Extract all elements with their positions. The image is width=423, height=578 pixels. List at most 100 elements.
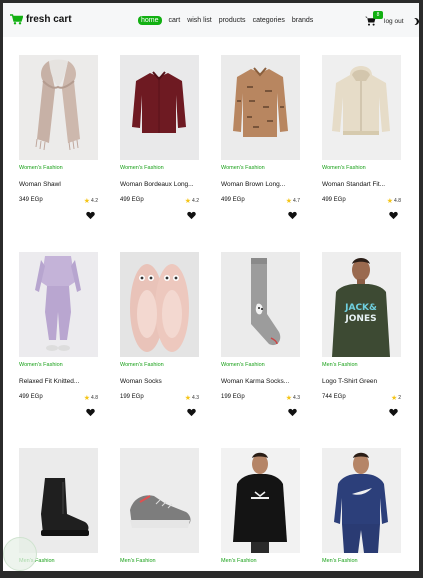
wishlist-heart-icon[interactable]: [86, 211, 95, 220]
product-category: Women's Fashion: [322, 165, 366, 171]
rating-value: 2: [398, 395, 401, 401]
boot-illustration: [41, 478, 89, 536]
product-category: Men's Fashion: [120, 558, 156, 564]
wishlist-heart-icon[interactable]: [389, 211, 398, 220]
product-card[interactable]: Women's Fashion Woman Standart Fit... 49…: [322, 55, 401, 220]
star-icon: ★: [285, 395, 293, 402]
star-icon: ★: [184, 198, 192, 205]
product-image[interactable]: [221, 55, 300, 160]
product-category: Women's Fashion: [19, 165, 63, 171]
nav-categories[interactable]: categories: [253, 17, 285, 24]
product-image[interactable]: [120, 448, 199, 553]
star-icon: ★: [285, 198, 293, 205]
star-icon: ★: [83, 395, 91, 402]
wishlist-heart-icon[interactable]: [187, 211, 196, 220]
product-title: Logo T-Shirt Green: [322, 378, 378, 385]
nav-home[interactable]: home: [138, 16, 162, 25]
product-category: Women's Fashion: [221, 165, 265, 171]
product-title: Woman Karma Socks...: [221, 378, 290, 385]
product-image[interactable]: [221, 252, 300, 357]
product-image[interactable]: [322, 448, 401, 553]
product-rating: ★ 2: [391, 394, 401, 402]
page: fresh cart home cart wish list products …: [3, 3, 419, 571]
product-image[interactable]: [221, 448, 300, 553]
product-card[interactable]: Women's Fashion Relaxed Fit Knitted... 4…: [19, 252, 98, 417]
product-image[interactable]: JACK& JONES: [322, 252, 401, 357]
product-image[interactable]: [19, 448, 98, 553]
rating-value: 4.8: [394, 198, 401, 204]
product-image[interactable]: [322, 55, 401, 160]
wishlist-heart-icon[interactable]: [288, 211, 297, 220]
model-hoodie-illustration: [233, 452, 287, 553]
product-rating: ★ 4.8: [84, 394, 98, 402]
product-price: 499 EGp: [221, 197, 245, 203]
star-icon: ★: [386, 198, 394, 205]
product-card[interactable]: Women's Fashion Woman Shawl 349 EGp ★ 4.2: [19, 55, 98, 220]
wishlist-heart-icon[interactable]: [86, 408, 95, 417]
logout-link[interactable]: log out: [384, 18, 404, 25]
product-card[interactable]: Men's Fashion: [120, 448, 199, 564]
model-tracksuit-illustration: [334, 452, 388, 553]
product-price: 499 EGp: [120, 197, 144, 203]
product-category: Women's Fashion: [19, 362, 63, 368]
product-price: 499 EGp: [19, 394, 43, 400]
nav-cart[interactable]: cart: [169, 17, 181, 24]
knitted-set-illustration: [35, 256, 81, 351]
product-card[interactable]: Men's Fashion: [322, 448, 401, 564]
rating-value: 4.8: [91, 395, 98, 401]
product-category: Women's Fashion: [221, 362, 265, 368]
product-image[interactable]: [120, 252, 199, 357]
model-tshirt-illustration: JACK& JONES: [332, 258, 390, 357]
wishlist-heart-icon[interactable]: [389, 408, 398, 417]
product-title: Woman Socks: [120, 378, 162, 385]
product-category: Women's Fashion: [120, 165, 164, 171]
product-rating: ★ 4.2: [84, 197, 98, 205]
nav-products[interactable]: products: [219, 17, 246, 24]
nav-brands[interactable]: brands: [292, 17, 313, 24]
rating-value: 4.7: [293, 198, 300, 204]
nav-wish-list[interactable]: wish list: [187, 17, 212, 24]
dark-mode-toggle-icon[interactable]: [411, 17, 419, 27]
product-category: Men's Fashion: [322, 362, 358, 368]
sock-illustration: [251, 258, 281, 346]
product-title: Relaxed Fit Knitted...: [19, 378, 80, 385]
product-price: 744 EGp: [322, 394, 346, 400]
socks-illustration: [130, 264, 189, 352]
wishlist-heart-icon[interactable]: [187, 408, 196, 417]
scarf-illustration: [35, 59, 80, 151]
product-image[interactable]: [19, 252, 98, 357]
product-image[interactable]: [120, 55, 199, 160]
shirt-illustration: [132, 71, 186, 133]
rating-value: 4.3: [293, 395, 300, 401]
product-image[interactable]: [19, 55, 98, 160]
hoodie-illustration: [332, 66, 390, 135]
product-card[interactable]: Women's Fashion Woman Socks 199 EGp ★ 4.3: [120, 252, 199, 417]
wishlist-heart-icon[interactable]: [288, 408, 297, 417]
product-card[interactable]: Men's Fashion: [19, 448, 98, 564]
product-title: Woman Shawl: [19, 181, 61, 188]
product-category: Men's Fashion: [221, 558, 257, 564]
sneaker-illustration: [130, 495, 191, 528]
star-icon: ★: [390, 395, 398, 402]
star-icon: ★: [184, 395, 192, 402]
tshirt-print-line1: JACK&: [344, 303, 377, 313]
rating-value: 4.2: [91, 198, 98, 204]
product-card[interactable]: Women's Fashion Woman Brown Long... 499 …: [221, 55, 300, 220]
product-title: Woman Bordeaux Long...: [120, 181, 194, 188]
product-category: Women's Fashion: [120, 362, 164, 368]
product-price: 349 EGp: [19, 197, 43, 203]
product-card[interactable]: Women's Fashion Woman Bordeaux Long... 4…: [120, 55, 199, 220]
brand-logo[interactable]: fresh cart: [10, 14, 72, 25]
product-title: Woman Standart Fit...: [322, 181, 386, 188]
product-rating: ★ 4.3: [185, 394, 199, 402]
product-card[interactable]: Men's Fashion: [221, 448, 300, 564]
product-rating: ★ 4.3: [286, 394, 300, 402]
shirt-illustration: [233, 67, 288, 137]
cart-count-badge: 8: [373, 11, 383, 19]
tshirt-print-line2: JONES: [344, 314, 376, 324]
product-rating: ★ 4.2: [185, 197, 199, 205]
product-price: 199 EGp: [221, 394, 245, 400]
product-card[interactable]: Women's Fashion Woman Karma Socks... 199…: [221, 252, 300, 417]
product-rating: ★ 4.8: [387, 197, 401, 205]
product-card[interactable]: JACK& JONES Men's Fashion Logo T-Shirt G…: [322, 252, 401, 417]
